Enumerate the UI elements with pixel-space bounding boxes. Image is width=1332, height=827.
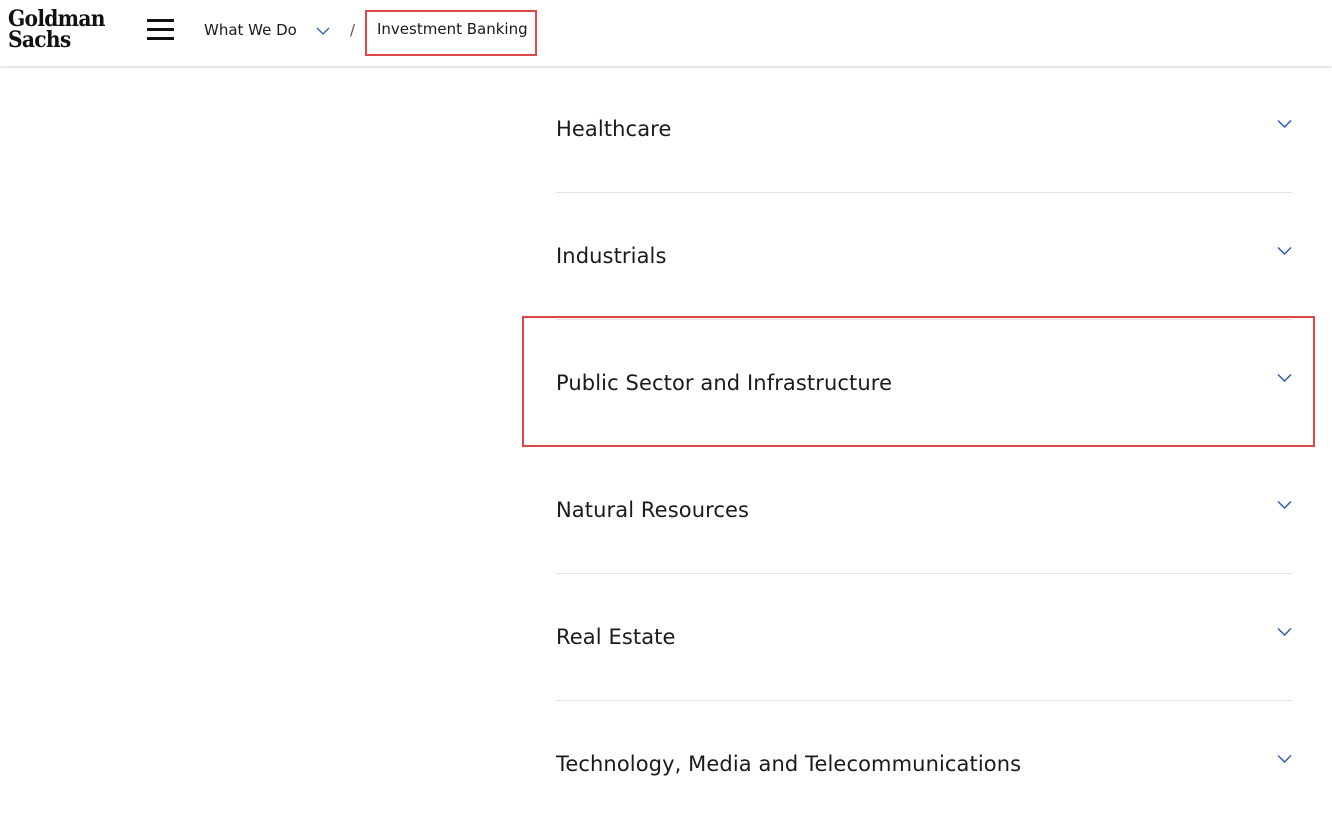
accordion-item-label: Healthcare (556, 117, 672, 141)
sector-accordion: Healthcare Industrials Public Sector and… (556, 66, 1292, 827)
hamburger-icon[interactable] (147, 18, 174, 41)
breadcrumb-investment-banking[interactable]: Investment Banking (377, 20, 528, 38)
accordion-item-tmt[interactable]: Technology, Media and Telecommunications (556, 701, 1292, 827)
accordion-item-industrials[interactable]: Industrials (556, 193, 1292, 320)
site-header: Goldman Sachs What We Do / Investment Ba… (0, 0, 1332, 66)
chevron-down-icon[interactable] (316, 27, 330, 36)
chevron-down-icon[interactable] (1277, 627, 1292, 637)
breadcrumb-what-we-do[interactable]: What We Do (204, 21, 297, 39)
accordion-item-healthcare[interactable]: Healthcare (556, 66, 1292, 193)
chevron-down-icon[interactable] (1277, 119, 1292, 129)
breadcrumb-separator: / (350, 21, 356, 39)
accordion-item-label: Industrials (556, 244, 667, 268)
logo-line-2: Sachs (8, 27, 71, 53)
chevron-down-icon[interactable] (1277, 754, 1292, 764)
chevron-down-icon[interactable] (1277, 500, 1292, 510)
accordion-item-public-sector[interactable]: Public Sector and Infrastructure (556, 320, 1292, 447)
accordion-item-label: Technology, Media and Telecommunications (556, 752, 1022, 776)
accordion-item-label: Public Sector and Infrastructure (556, 371, 893, 395)
chevron-down-icon[interactable] (1277, 373, 1292, 383)
chevron-down-icon[interactable] (1277, 246, 1292, 256)
accordion-item-label: Real Estate (556, 625, 676, 649)
accordion-item-real-estate[interactable]: Real Estate (556, 574, 1292, 701)
accordion-item-label: Natural Resources (556, 498, 750, 522)
goldman-sachs-logo[interactable]: Goldman Sachs (8, 8, 105, 53)
accordion-item-natural-resources[interactable]: Natural Resources (556, 447, 1292, 574)
